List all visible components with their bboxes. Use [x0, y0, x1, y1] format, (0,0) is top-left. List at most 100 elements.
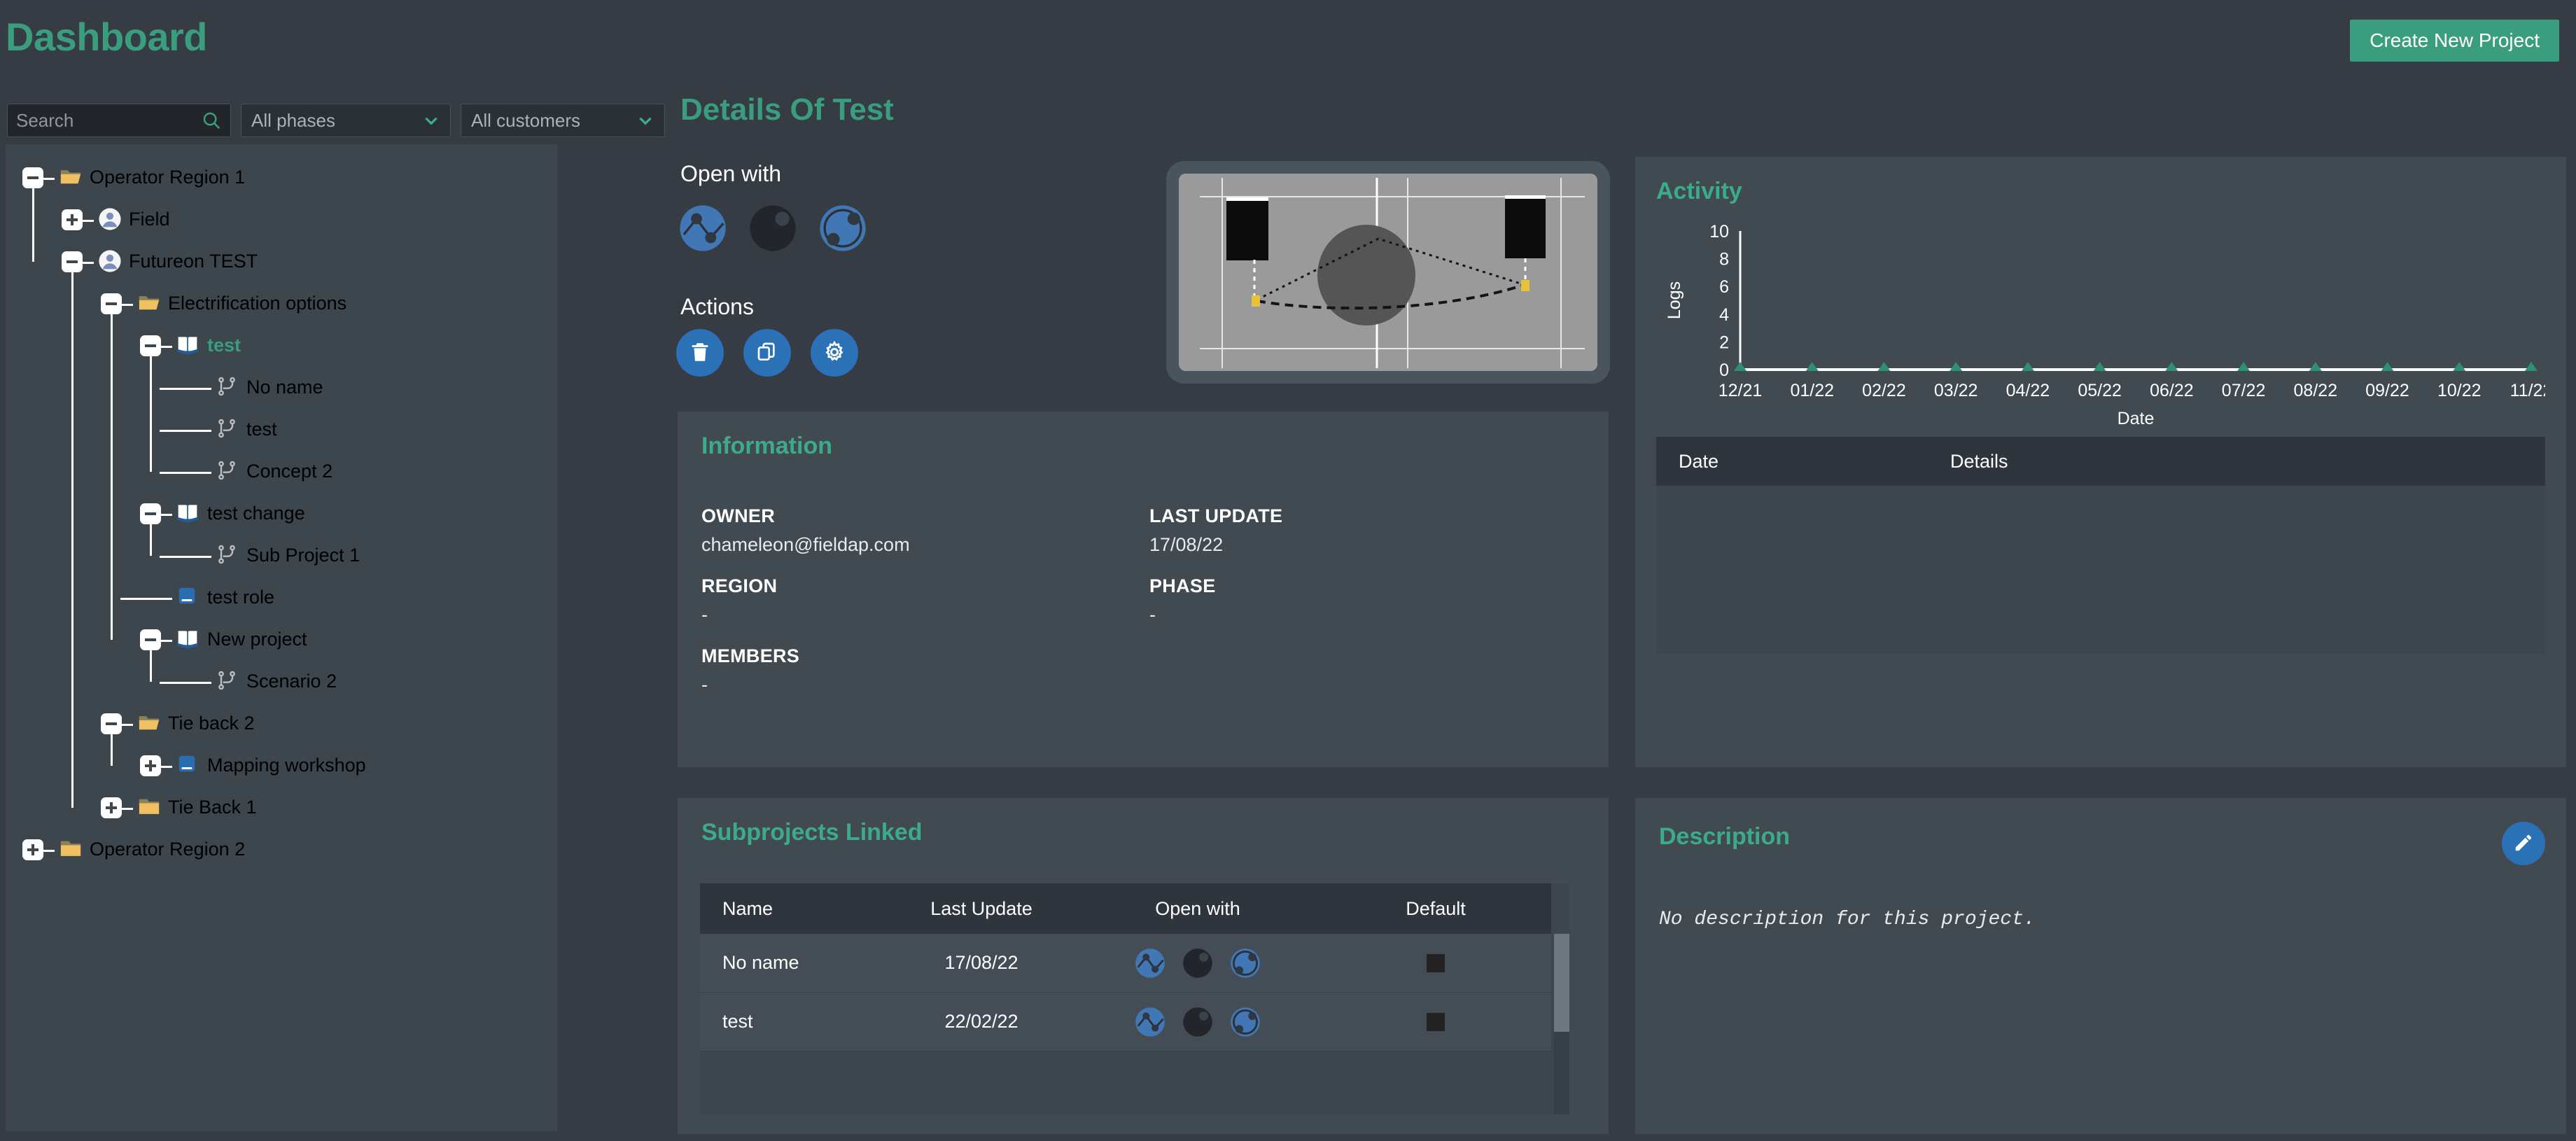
subprojects-scrollbar[interactable]: [1554, 934, 1569, 1114]
search-input[interactable]: [16, 109, 201, 132]
tree-connector-line: [83, 220, 94, 222]
graph-app-icon[interactable]: [678, 203, 728, 253]
tree-expand-icon[interactable]: [140, 755, 161, 776]
gear-icon: [822, 340, 846, 366]
sphere-app-icon[interactable]: [1182, 1006, 1214, 1038]
filter-bar: All phases All customers: [7, 104, 665, 137]
column-header-open[interactable]: Open with: [1075, 898, 1320, 920]
svg-text:06/22: 06/22: [2150, 381, 2194, 400]
branch-icon: [216, 459, 239, 483]
info-field: REGION -: [701, 561, 1149, 626]
column-header-details[interactable]: Details: [1950, 451, 2008, 472]
scrollbar-thumb[interactable]: [1554, 934, 1569, 1032]
tree-collapse-icon[interactable]: [22, 167, 43, 188]
project-preview-thumbnail[interactable]: [1166, 161, 1610, 384]
activity-card: Activity 0 2 4 6 8 10 Logs 12/21 01/22 02/22 03/22…: [1635, 157, 2566, 767]
svg-text:05/22: 05/22: [2078, 381, 2122, 400]
branch-icon: [216, 543, 239, 567]
svg-text:11/22: 11/22: [2510, 381, 2545, 400]
tree-connector-line: [43, 178, 55, 180]
copy-icon: [756, 341, 778, 365]
orbit-app-icon[interactable]: [1229, 1006, 1261, 1038]
default-checkbox[interactable]: [1427, 1012, 1445, 1031]
field-value: 17/08/22: [1149, 534, 1224, 555]
field-value: -: [1149, 604, 1156, 625]
chevron-down-icon: [636, 111, 654, 130]
subproject-name: No name: [722, 952, 799, 973]
tree-item-label: Mapping workshop: [207, 755, 366, 776]
tree-collapse-icon[interactable]: [140, 503, 161, 524]
svg-text:07/22: 07/22: [2222, 381, 2266, 400]
folder-closed-icon: [59, 837, 83, 861]
branch-icon: [216, 375, 239, 399]
orbit-app-icon[interactable]: [1229, 947, 1261, 979]
info-field: OWNER chameleon@fieldap.com: [701, 491, 1149, 556]
graph-app-icon[interactable]: [1134, 947, 1166, 979]
tree-connector-line: [71, 262, 74, 808]
svg-text:4: 4: [1719, 305, 1729, 325]
info-field: MEMBERS -: [701, 631, 1149, 696]
settings-button[interactable]: [811, 329, 858, 377]
folder-closed-icon: [137, 795, 161, 819]
graph-app-icon[interactable]: [1134, 1006, 1166, 1038]
column-header-def[interactable]: Default: [1320, 898, 1551, 920]
column-header-name[interactable]: Name: [700, 898, 888, 920]
subprojects-title: Subprojects Linked: [701, 819, 923, 846]
delete-button[interactable]: [676, 329, 724, 377]
folder-open-icon: [137, 291, 161, 315]
tree-expand-icon[interactable]: [62, 209, 83, 230]
tree-connector-line: [160, 472, 211, 474]
phase-filter-select[interactable]: All phases: [241, 104, 451, 137]
trash-icon: [688, 340, 712, 366]
actions-label: Actions: [680, 294, 754, 319]
tree-collapse-icon[interactable]: [101, 293, 122, 314]
subprojects-table: Name Last Update Open with Default No name 1…: [700, 883, 1569, 1114]
table-header-row: Name Last Update Open with Default: [700, 883, 1551, 934]
description-text: No description for this project.: [1659, 909, 2036, 930]
svg-text:09/22: 09/22: [2365, 381, 2409, 400]
field-value: -: [701, 604, 708, 625]
svg-text:02/22: 02/22: [1862, 381, 1906, 400]
tree-expand-icon[interactable]: [22, 839, 43, 860]
tree-item-label: Tie Back 1: [168, 797, 257, 818]
svg-text:01/22: 01/22: [1790, 381, 1834, 400]
sphere-app-icon[interactable]: [748, 203, 798, 253]
sphere-app-icon[interactable]: [1182, 947, 1214, 979]
tree-item-label: Operator Region 2: [90, 839, 246, 860]
field-value: -: [701, 674, 708, 695]
tree-connector-line: [122, 724, 133, 726]
tree-item-label: test change: [207, 503, 305, 524]
default-checkbox[interactable]: [1427, 953, 1445, 972]
column-header-upd[interactable]: Last Update: [888, 898, 1075, 920]
tree-collapse-icon[interactable]: [140, 335, 161, 356]
table-row[interactable]: No name 17/08/22: [700, 934, 1551, 993]
tree-collapse-icon[interactable]: [140, 629, 161, 650]
table-row[interactable]: test 22/02/22: [700, 993, 1551, 1051]
project-tree-sidebar[interactable]: Operator Region 1 Field Futureon TEST Elect…: [6, 144, 557, 1131]
tree-collapse-icon[interactable]: [101, 713, 122, 734]
page-title: Dashboard: [6, 15, 208, 59]
create-new-project-button[interactable]: Create New Project: [2350, 20, 2559, 62]
logs-over-time-line-chart: 0 2 4 6 8 10 Logs 12/21 01/22 02/22 03/22 04/22 05/2…: [1665, 222, 2552, 428]
field-label: LAST UPDATE: [1149, 505, 1283, 526]
customer-filter-value: All customers: [471, 109, 581, 131]
bluebook-icon: [176, 585, 200, 609]
tree-connector-line: [161, 346, 172, 348]
svg-text:10: 10: [1709, 222, 1729, 241]
tree-item-label: test role: [207, 587, 275, 608]
tree-expand-icon[interactable]: [101, 797, 122, 818]
copy-button[interactable]: [743, 329, 791, 377]
field-label: PHASE: [1149, 575, 1216, 596]
orbit-app-icon[interactable]: [818, 203, 868, 253]
edit-description-button[interactable]: [2502, 822, 2545, 865]
open-with-label: Open with: [680, 161, 782, 186]
tree-item-label: Sub Project 1: [246, 545, 360, 566]
tree-connector-line: [122, 304, 133, 306]
search-box[interactable]: [7, 104, 231, 137]
user-icon: [98, 249, 122, 273]
customer-filter-select[interactable]: All customers: [461, 104, 665, 137]
activity-chart: 0 2 4 6 8 10 Logs 12/21 01/22 02/22 03/22 04/22 05/2…: [1656, 220, 2552, 430]
branch-icon: [216, 417, 239, 441]
column-header-date[interactable]: Date: [1656, 451, 1950, 472]
tree-collapse-icon[interactable]: [62, 251, 83, 272]
